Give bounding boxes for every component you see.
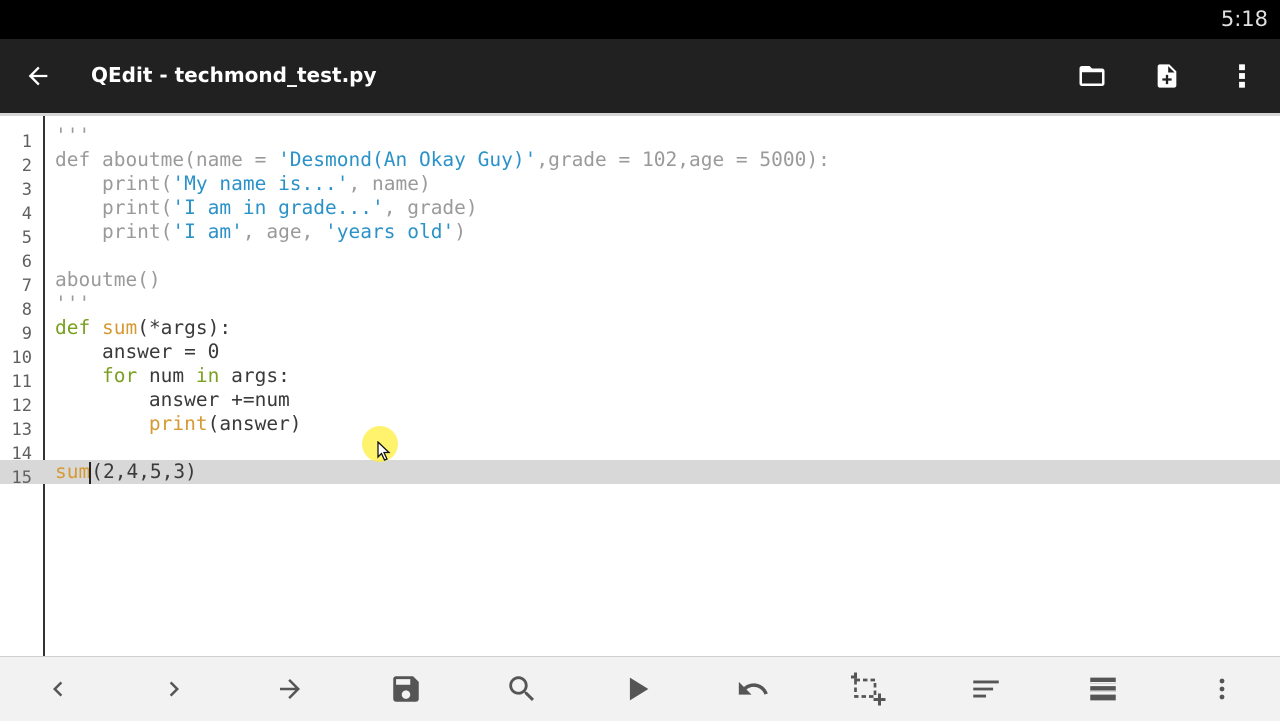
mouse-pointer-icon	[377, 441, 391, 461]
search-button[interactable]	[492, 657, 552, 721]
code-text: answer +=num	[55, 388, 290, 412]
chevron-right-icon	[169, 681, 179, 697]
code-token: answer +=num	[55, 388, 290, 411]
code-token: in	[195, 364, 220, 387]
code-token: print(	[55, 172, 173, 195]
code-token: ,grade = 102,age = 5000):	[536, 148, 830, 171]
code-token: print(	[55, 196, 173, 219]
code-line[interactable]: 9 def sum(*args):	[0, 316, 1280, 344]
code-line[interactable]: 10 answer = 0	[0, 340, 1280, 368]
app-title: QEdit - techmond_test.py	[91, 63, 377, 87]
new-file-button[interactable]	[1143, 39, 1191, 113]
code-token: 'I am'	[172, 220, 243, 243]
code-text: '''	[55, 292, 90, 316]
code-token: '''	[55, 124, 91, 147]
undo-icon	[738, 681, 768, 695]
code-line[interactable]: 8 '''	[0, 292, 1280, 320]
more-button[interactable]	[1192, 657, 1252, 721]
code-text: '''	[55, 124, 90, 148]
save-button[interactable]	[376, 657, 436, 721]
code-token: (*args):	[137, 316, 232, 339]
line-number: 15	[11, 468, 32, 488]
status-clock: 5:18	[1220, 7, 1268, 31]
status-bar: 5:18	[0, 0, 1280, 39]
code-token: , name)	[348, 172, 431, 195]
code-line[interactable]: 5 print('I am', age, 'years old')	[0, 220, 1280, 248]
sort-lines-icon	[973, 680, 999, 698]
code-token: 'years old'	[325, 220, 455, 243]
bottom-toolbar	[0, 656, 1280, 721]
code-line[interactable]: 1 '''	[0, 124, 1280, 152]
code-token: print(	[55, 220, 173, 243]
code-text: print('I am', age, 'years old')	[55, 220, 466, 244]
code-token: sum	[101, 316, 138, 339]
code-line[interactable]: 13 print(answer)	[0, 412, 1280, 440]
more-vert-icon	[1219, 678, 1225, 700]
folder-icon	[1079, 66, 1105, 86]
code-token: num	[137, 364, 196, 387]
code-token: '''	[55, 292, 91, 315]
code-line[interactable]: 15 sum(2,4,5,3)	[0, 460, 1280, 488]
code-token: sum	[55, 460, 91, 483]
code-text: for num in args:	[55, 364, 290, 388]
code-token: 'My name is...'	[172, 172, 349, 195]
chevron-left-icon	[53, 681, 63, 697]
select-button[interactable]	[839, 657, 899, 721]
play-icon	[629, 677, 649, 701]
code-token: , age,	[242, 220, 326, 243]
select-add-icon	[851, 672, 886, 706]
code-text: def sum(*args):	[55, 316, 231, 340]
code-lines[interactable]: 1 ''' 2 def aboutme(name = 'Desmond(An Okay…	[0, 124, 1280, 488]
arrow-right-icon	[280, 679, 300, 699]
code-text: def aboutme(name = 'Desmond(An Okay Guy)…	[55, 148, 830, 172]
code-line[interactable]: 2 def aboutme(name = 'Desmond(An Okay Guy…	[0, 148, 1280, 176]
prev-button[interactable]	[28, 657, 88, 721]
code-line[interactable]: 4 print('I am in grade...', grade)	[0, 196, 1280, 224]
code-token: def	[55, 316, 102, 339]
code-text: print('I am in grade...', grade)	[55, 196, 478, 220]
code-token: (2,4,5,3)	[91, 460, 197, 483]
code-text: sum(2,4,5,3)	[55, 460, 197, 484]
arrow-back-icon	[28, 66, 48, 86]
search-icon	[509, 676, 535, 702]
back-button[interactable]	[14, 39, 62, 113]
code-token: , grade)	[383, 196, 478, 219]
code-token: answer = 0	[55, 340, 220, 363]
sort-button[interactable]	[956, 657, 1016, 721]
code-token: args:	[219, 364, 290, 387]
undo-button[interactable]	[723, 657, 783, 721]
list-icon	[1090, 677, 1116, 701]
code-line[interactable]: 14	[0, 436, 1280, 464]
code-text: aboutme()	[55, 268, 161, 292]
code-text: answer = 0	[55, 340, 219, 364]
code-line[interactable]: 12 answer +=num	[0, 388, 1280, 416]
app-bar: QEdit - techmond_test.py	[0, 39, 1280, 113]
goto-button[interactable]	[260, 657, 320, 721]
code-text: print(answer)	[55, 412, 302, 436]
code-text: print('My name is...', name)	[55, 172, 431, 196]
overflow-menu-button[interactable]	[1220, 39, 1264, 113]
more-vert-icon	[1239, 64, 1245, 88]
code-line[interactable]: 3 print('My name is...', name)	[0, 172, 1280, 200]
code-token: aboutme()	[55, 268, 161, 291]
code-line[interactable]: 6	[0, 244, 1280, 272]
code-token: def aboutme(name =	[55, 148, 279, 171]
save-icon	[393, 676, 419, 702]
run-button[interactable]	[607, 657, 667, 721]
code-token: (answer)	[207, 412, 302, 435]
code-token: 'Desmond(An Okay Guy)'	[278, 148, 537, 171]
open-folder-button[interactable]	[1068, 39, 1116, 113]
code-line[interactable]: 7 aboutme()	[0, 268, 1280, 296]
code-token: print	[148, 412, 208, 435]
new-file-icon	[1157, 64, 1177, 88]
next-button[interactable]	[144, 657, 204, 721]
list-button[interactable]	[1073, 657, 1133, 721]
code-token: )	[454, 220, 466, 243]
code-line[interactable]: 11 for num in args:	[0, 364, 1280, 392]
code-token: for	[101, 364, 138, 387]
code-token: 'I am in grade...'	[172, 196, 384, 219]
